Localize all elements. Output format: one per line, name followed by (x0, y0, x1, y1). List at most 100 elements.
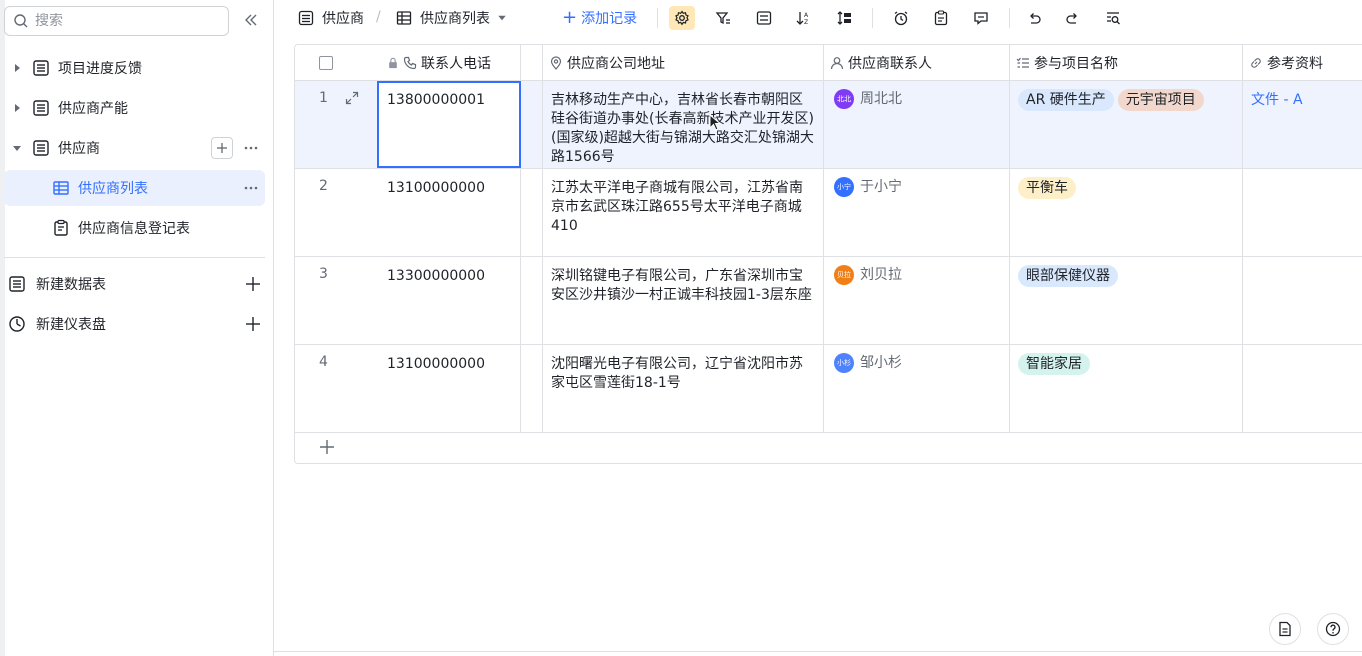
sidebar-item-label: 供应商 (58, 141, 100, 157)
form-icon (54, 219, 68, 236)
add-view-button[interactable] (211, 137, 233, 159)
form-view-button[interactable] (928, 6, 954, 30)
address-value: 江苏太平洋电子商城有限公司，江苏省南京市玄武区珠江路655号太平洋电子商城410 (551, 180, 803, 234)
address-cell[interactable]: 深圳铭键电子有限公司，广东省深圳市宝安区沙井镇沙一村正诚丰科技园1-3层东座 (543, 257, 824, 344)
reference-cell[interactable] (1243, 169, 1362, 256)
row-height-icon (837, 11, 851, 25)
hidden-cell[interactable] (521, 169, 543, 256)
new-dashboard-button[interactable]: 新建仪表盘 (4, 306, 265, 342)
reference-link[interactable]: 文件 - A (1251, 92, 1303, 108)
collapse-sidebar-icon[interactable] (242, 11, 260, 29)
svg-text:A: A (804, 12, 809, 19)
find-button[interactable] (1100, 6, 1126, 30)
settings-button[interactable] (669, 6, 695, 30)
hidden-cell[interactable] (521, 345, 543, 432)
column-header-hidden[interactable] (521, 45, 543, 80)
chevron-down-icon (498, 15, 506, 21)
sidebar-item-label: 项目进度反馈 (58, 61, 142, 77)
search-box[interactable] (4, 6, 229, 36)
reminder-button[interactable] (888, 6, 914, 30)
breadcrumb-base[interactable]: 供应商 (298, 0, 364, 36)
projects-cell[interactable]: 平衡车 (1010, 169, 1243, 256)
help-button[interactable] (1317, 613, 1349, 645)
table-row[interactable]: 4 13100000000 沈阳曙光电子有限公司，辽宁省沈阳市苏家屯区雪莲街18… (295, 345, 1362, 433)
contact-person: 小宁 于小宁 (834, 177, 1001, 197)
undo-button[interactable] (1021, 6, 1047, 30)
reference-cell[interactable]: 文件 - A (1243, 81, 1362, 168)
view-switcher[interactable]: 供应商列表 (396, 0, 508, 36)
new-table-button[interactable]: 新建数据表 (4, 266, 265, 302)
contact-cell[interactable]: 小宁 于小宁 (824, 169, 1010, 256)
column-header-phone[interactable]: 联系人电话 (377, 45, 521, 80)
avatar: 小宁 (834, 177, 854, 197)
table-row[interactable]: 1 13800000001 吉林移动生产中心，吉林省长春市朝阳区硅谷街道办事处(… (295, 81, 1362, 169)
plus-icon (217, 143, 227, 153)
sort-button[interactable]: AZ (790, 6, 816, 30)
add-record-button[interactable]: + 添加记录 (562, 0, 637, 36)
more-icon[interactable] (243, 180, 259, 196)
search-input[interactable] (35, 13, 215, 29)
phone-cell[interactable]: 13100000000 (377, 345, 521, 432)
phone-cell[interactable]: 13800000001 (377, 81, 521, 168)
caret-right-icon[interactable] (10, 61, 24, 75)
sidebar-item-supplier-list[interactable]: 供应商列表 (4, 170, 265, 206)
document-button[interactable] (1269, 613, 1301, 645)
select-all-checkbox[interactable] (319, 55, 333, 70)
projects-cell[interactable]: 智能家居 (1010, 345, 1243, 432)
plus-icon: + (562, 7, 578, 28)
table-icon (33, 140, 49, 156)
sidebar-item-supplier[interactable]: 供应商 (4, 130, 265, 166)
sidebar-item-supplier-capacity[interactable]: 供应商产能 (4, 90, 265, 126)
plus-icon[interactable] (245, 276, 261, 292)
sidebar-item-label: 供应商列表 (78, 181, 148, 197)
hidden-cell[interactable] (521, 81, 543, 168)
row-height-button[interactable] (831, 6, 857, 30)
address-cell[interactable]: 沈阳曙光电子有限公司，辽宁省沈阳市苏家屯区雪莲街18-1号 (543, 345, 824, 432)
table-row[interactable]: 2 13100000000 江苏太平洋电子商城有限公司，江苏省南京市玄武区珠江路… (295, 169, 1362, 257)
grid-header: 联系人电话 供应商公司地址 供应商联系人 参与项目名称 参考资料 (295, 45, 1362, 81)
search-icon (14, 14, 28, 28)
plus-icon[interactable] (245, 316, 261, 332)
column-header-address[interactable]: 供应商公司地址 (543, 45, 824, 80)
link-icon (1251, 57, 1261, 68)
column-header-contact[interactable]: 供应商联系人 (824, 45, 1010, 80)
reference-cell[interactable] (1243, 257, 1362, 344)
view-name: 供应商列表 (420, 11, 490, 27)
table-row[interactable]: 3 13300000000 深圳铭键电子有限公司，广东省深圳市宝安区沙井镇沙一村… (295, 257, 1362, 345)
sidebar-item-project-progress[interactable]: 项目进度反馈 (4, 50, 265, 86)
grid-view-icon (53, 181, 69, 195)
sidebar: 项目进度反馈 供应商产能 供应商 供应商列表 供应商信息登记表 (0, 0, 274, 656)
row-number-cell: 4 (295, 345, 377, 432)
address-cell[interactable]: 吉林移动生产中心，吉林省长春市朝阳区硅谷街道办事处(长春高新技术产业开发区)(国… (543, 81, 824, 168)
add-row-icon[interactable] (319, 439, 335, 455)
column-label: 供应商公司地址 (567, 55, 665, 72)
hidden-cell[interactable] (521, 257, 543, 344)
projects-cell[interactable]: 眼部保健仪器 (1010, 257, 1243, 344)
column-header-reference[interactable]: 参考资料 (1243, 45, 1362, 80)
contact-name: 邹小杉 (860, 354, 902, 371)
contact-cell[interactable]: 贝拉 刘贝拉 (824, 257, 1010, 344)
phone-cell[interactable]: 13100000000 (377, 169, 521, 256)
more-icon[interactable] (243, 140, 259, 156)
projects-cell[interactable]: AR 硬件生产 元宇宙项目 (1010, 81, 1243, 168)
phone-cell[interactable]: 13300000000 (377, 257, 521, 344)
caret-down-icon[interactable] (10, 141, 24, 155)
filter-button[interactable] (710, 6, 736, 30)
multi-select-icon (1016, 57, 1029, 68)
redo-button[interactable] (1060, 6, 1086, 30)
app-window: 项目进度反馈 供应商产能 供应商 供应商列表 供应商信息登记表 (0, 0, 1362, 656)
comment-button[interactable] (968, 6, 994, 30)
address-cell[interactable]: 江苏太平洋电子商城有限公司，江苏省南京市玄武区珠江路655号太平洋电子商城410 (543, 169, 824, 256)
sidebar-item-supplier-form[interactable]: 供应商信息登记表 (4, 210, 265, 246)
contact-cell[interactable]: 小杉 邹小杉 (824, 345, 1010, 432)
caret-right-icon[interactable] (10, 101, 24, 115)
contact-cell[interactable]: 北北 周北北 (824, 81, 1010, 168)
sidebar-item-label: 供应商信息登记表 (78, 221, 190, 237)
reference-cell[interactable] (1243, 345, 1362, 432)
contact-name: 周北北 (860, 90, 902, 107)
expand-icon[interactable] (345, 91, 359, 105)
group-button[interactable] (751, 6, 777, 30)
column-header-projects[interactable]: 参与项目名称 (1010, 45, 1243, 80)
avatar: 小杉 (834, 353, 854, 373)
row-number: 3 (319, 266, 328, 282)
